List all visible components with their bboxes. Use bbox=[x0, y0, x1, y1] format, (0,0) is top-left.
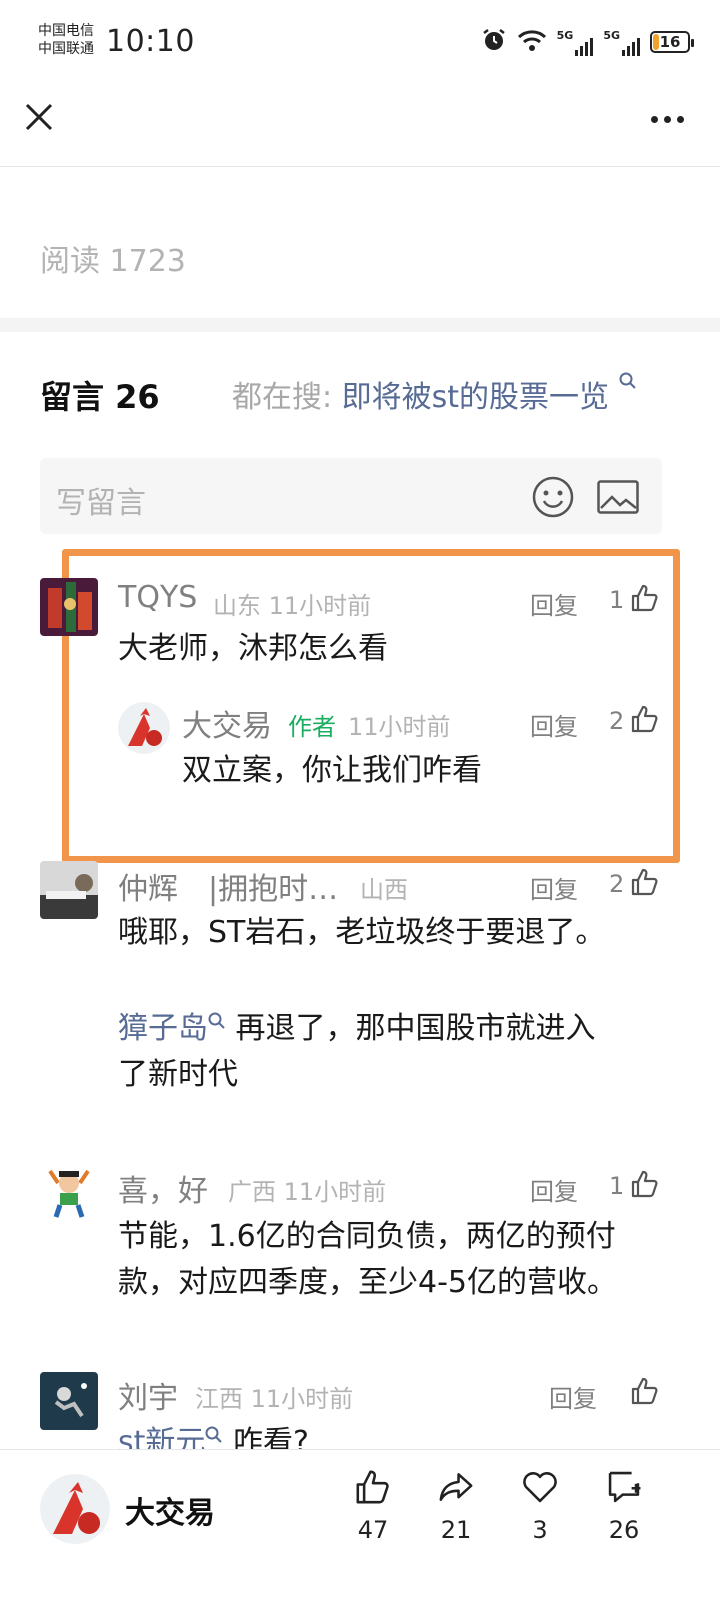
read-count: 阅读 1723 bbox=[40, 244, 186, 279]
comment-text-2: 獐子岛 再退了，那中国股市就进入 了新时代 bbox=[118, 1006, 658, 1098]
comment-add-icon bbox=[608, 1471, 641, 1503]
signal-bars-icon bbox=[622, 37, 640, 56]
author-tag: 作者 bbox=[288, 713, 336, 741]
reply-button[interactable]: 回复 bbox=[530, 870, 578, 905]
signal-2: 5G bbox=[603, 29, 640, 56]
reply-meta: 11小时前 bbox=[348, 713, 451, 741]
write-comment-box[interactable]: 写留言 bbox=[40, 458, 662, 534]
comment-line: 节能，1.6亿的合同负债，两亿的预付 bbox=[118, 1219, 616, 1254]
comment-text-part: 了新时代 bbox=[118, 1057, 238, 1092]
suggest-prefix: 都在搜: bbox=[232, 380, 333, 415]
carrier-labels: 中国电信 中国联通 bbox=[38, 22, 94, 58]
avatar[interactable] bbox=[40, 1163, 98, 1221]
like-count: 1 bbox=[609, 1172, 625, 1200]
like-button[interactable]: 47 bbox=[343, 1468, 403, 1544]
suggest-link[interactable]: 即将被st的股票一览 bbox=[342, 380, 609, 415]
more-icon[interactable] bbox=[651, 116, 684, 123]
heart-icon bbox=[523, 1472, 557, 1503]
avatar[interactable] bbox=[40, 861, 98, 919]
like-count: 47 bbox=[357, 1516, 389, 1544]
avatar[interactable] bbox=[40, 578, 98, 636]
thumbs-up-icon[interactable] bbox=[630, 704, 660, 738]
wifi-icon bbox=[517, 28, 547, 56]
status-time: 10:10 bbox=[106, 24, 195, 59]
reply-author[interactable]: 大交易 bbox=[182, 701, 272, 745]
reply-button[interactable]: 回复 bbox=[530, 586, 578, 621]
comment-text: st新元 咋看? bbox=[118, 1420, 309, 1449]
comment-meta: 江西 11小时前 bbox=[195, 1385, 354, 1413]
thumbs-up-icon[interactable] bbox=[630, 583, 660, 617]
comment-meta: 广西 11小时前 bbox=[228, 1178, 387, 1206]
comments-title: 留言 26 bbox=[40, 378, 160, 416]
battery-icon: 16 bbox=[650, 31, 694, 53]
account-avatar[interactable] bbox=[40, 1474, 110, 1544]
search-icon bbox=[619, 372, 636, 389]
reply-text: 双立案，你让我们咋看 bbox=[182, 753, 482, 788]
like-count: 1 bbox=[609, 586, 625, 614]
comment-text-part: 咋看? bbox=[232, 1425, 309, 1449]
comment-author[interactable]: 刘宇 bbox=[118, 1373, 178, 1417]
alarm-icon bbox=[481, 27, 507, 57]
status-icons: 5G 5G 16 bbox=[481, 24, 694, 60]
comment-meta: 山西 bbox=[360, 876, 408, 904]
favorite-button[interactable]: 3 bbox=[510, 1468, 570, 1544]
signal-1: 5G bbox=[557, 29, 594, 56]
comment-text: 节能，1.6亿的合同负债，两亿的预付 款，对应四季度，至少4-5亿的营收。 bbox=[118, 1214, 617, 1306]
share-button[interactable]: 21 bbox=[426, 1468, 486, 1544]
thumbs-up-icon[interactable] bbox=[630, 1169, 660, 1203]
search-suggestion[interactable]: 都在搜: 即将被st的股票一览 bbox=[232, 372, 637, 416]
like-count: 2 bbox=[609, 870, 625, 898]
battery-level: 16 bbox=[659, 33, 681, 51]
share-count: 21 bbox=[440, 1516, 472, 1544]
signal-bars-icon bbox=[575, 37, 594, 56]
comment-count: 26 bbox=[608, 1516, 640, 1544]
avatar[interactable] bbox=[40, 1372, 98, 1430]
comment-author[interactable]: 仲辉 |拥抱时… bbox=[118, 864, 338, 908]
favorite-count: 3 bbox=[532, 1516, 548, 1544]
comment-text: 大老师，沐邦怎么看 bbox=[118, 631, 388, 666]
comment-text: 哦耶，ST岩石，老垃圾终于要退了。 bbox=[118, 915, 606, 950]
write-comment-placeholder: 写留言 bbox=[56, 486, 146, 521]
close-icon[interactable] bbox=[24, 102, 54, 136]
search-icon bbox=[205, 1426, 223, 1443]
comment-meta: 山东 11小时前 bbox=[213, 592, 372, 620]
reply-button[interactable]: 回复 bbox=[530, 707, 578, 742]
thumbs-up-icon[interactable] bbox=[630, 1376, 660, 1410]
account-name[interactable]: 大交易 bbox=[125, 1488, 215, 1532]
avatar[interactable] bbox=[118, 702, 170, 754]
carrier-2: 中国联通 bbox=[38, 41, 94, 57]
nav-divider bbox=[0, 166, 720, 167]
comment-author[interactable]: 喜，好 bbox=[118, 1166, 208, 1210]
image-icon[interactable] bbox=[597, 480, 639, 518]
bottom-divider bbox=[0, 1449, 720, 1450]
reply-button[interactable]: 回复 bbox=[549, 1379, 597, 1414]
reply-button[interactable]: 回复 bbox=[530, 1172, 578, 1207]
search-icon bbox=[208, 1012, 225, 1029]
comment-button[interactable]: 26 bbox=[594, 1468, 654, 1544]
section-divider bbox=[0, 318, 720, 332]
comment-author[interactable]: TQYS bbox=[118, 580, 197, 615]
topic-link[interactable]: st新元 bbox=[118, 1425, 205, 1449]
comment-line: 款，对应四季度，至少4-5亿的营收。 bbox=[118, 1265, 617, 1300]
topic-link[interactable]: 獐子岛 bbox=[118, 1011, 208, 1046]
comment-text-part: 再退了，那中国股市就进入 bbox=[235, 1011, 596, 1046]
emoji-icon[interactable] bbox=[532, 476, 574, 522]
thumbs-up-icon[interactable] bbox=[630, 867, 660, 901]
share-icon bbox=[439, 1473, 473, 1501]
like-count: 2 bbox=[609, 707, 625, 735]
carrier-1: 中国电信 bbox=[38, 23, 94, 39]
thumbs-up-icon bbox=[356, 1470, 389, 1504]
